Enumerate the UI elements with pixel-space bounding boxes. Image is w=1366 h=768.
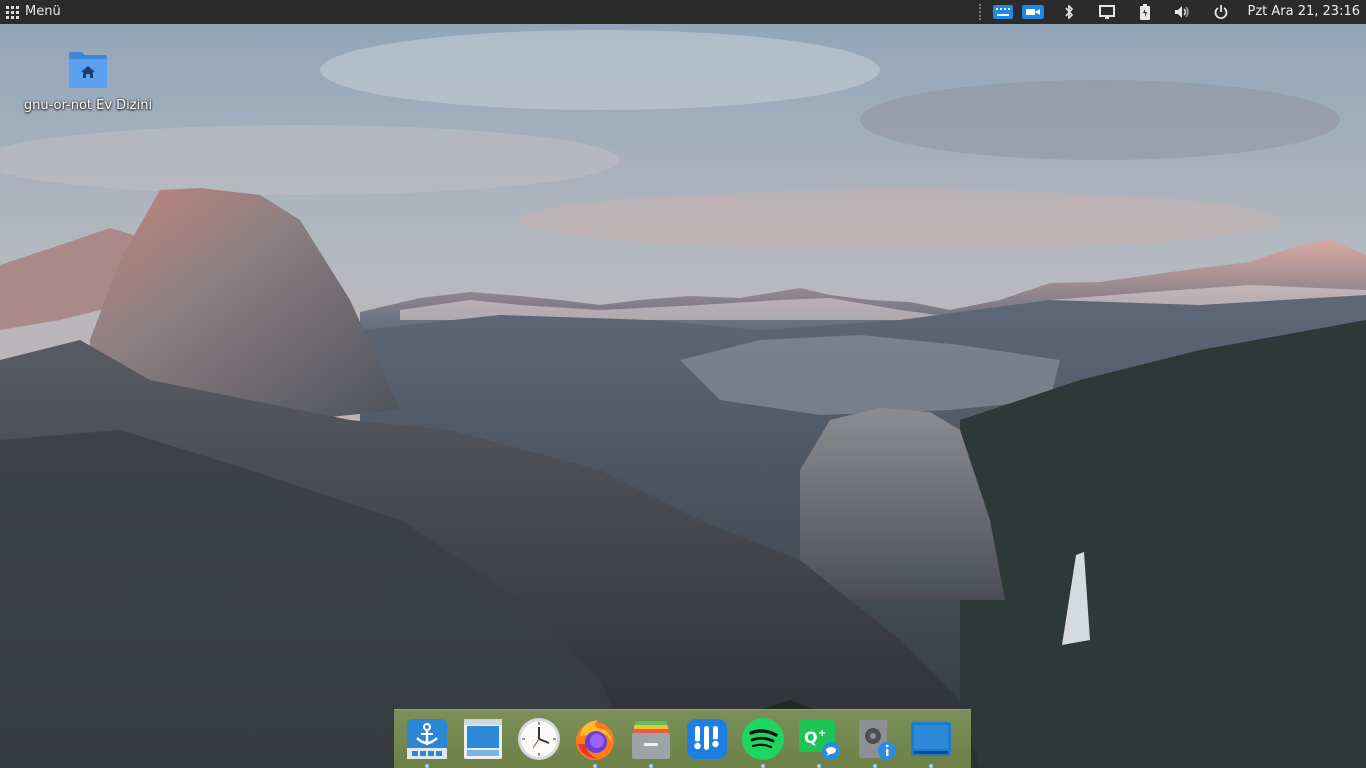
dock-manager-icon[interactable] — [404, 716, 450, 768]
top-panel: Menü Pzt Ara 21, 23:16 — [0, 0, 1366, 24]
spotify-icon[interactable] — [740, 716, 786, 768]
keyboard-icon[interactable] — [990, 0, 1016, 24]
running-indicator — [649, 764, 653, 768]
system-tray: Pzt Ara 21, 23:16 — [978, 0, 1366, 24]
svg-text:Q: Q — [804, 728, 818, 747]
app-grid-icon — [6, 5, 19, 19]
home-folder-icon — [69, 52, 107, 88]
battery-icon[interactable] — [1126, 0, 1164, 24]
svg-text:+: + — [818, 728, 826, 739]
display-icon[interactable] — [1088, 0, 1126, 24]
running-indicator — [929, 764, 933, 768]
running-indicator — [873, 764, 877, 768]
file-manager-icon[interactable] — [460, 716, 506, 762]
desktop-wallpaper — [0, 0, 1366, 768]
running-indicator — [761, 764, 765, 768]
applications-menu-button[interactable]: Menü — [6, 0, 61, 24]
mixer-icon[interactable] — [684, 716, 730, 762]
qt-chat-icon[interactable]: Q + — [796, 716, 842, 768]
running-indicator — [593, 764, 597, 768]
desktop-icon-label: gnu-or-not Ev Dizini — [23, 98, 153, 113]
volume-icon[interactable] — [1164, 0, 1202, 24]
clock-label[interactable]: Pzt Ara 21, 23:16 — [1240, 0, 1366, 24]
dock: Q + — [394, 709, 971, 768]
screen-recorder-icon[interactable] — [1016, 0, 1050, 24]
clock-icon[interactable] — [516, 716, 562, 762]
tray-handle[interactable] — [978, 4, 984, 20]
bluetooth-icon[interactable] — [1050, 0, 1088, 24]
archive-manager-icon[interactable] — [628, 716, 674, 768]
menu-label: Menü — [25, 4, 61, 19]
disk-info-icon[interactable] — [852, 716, 898, 768]
desktop-icon-home-folder[interactable]: gnu-or-not Ev Dizini — [22, 50, 154, 113]
running-indicator — [425, 764, 429, 768]
power-icon[interactable] — [1202, 0, 1240, 24]
desktop-icon[interactable] — [908, 716, 954, 768]
running-indicator — [817, 764, 821, 768]
firefox-icon[interactable] — [572, 716, 618, 768]
